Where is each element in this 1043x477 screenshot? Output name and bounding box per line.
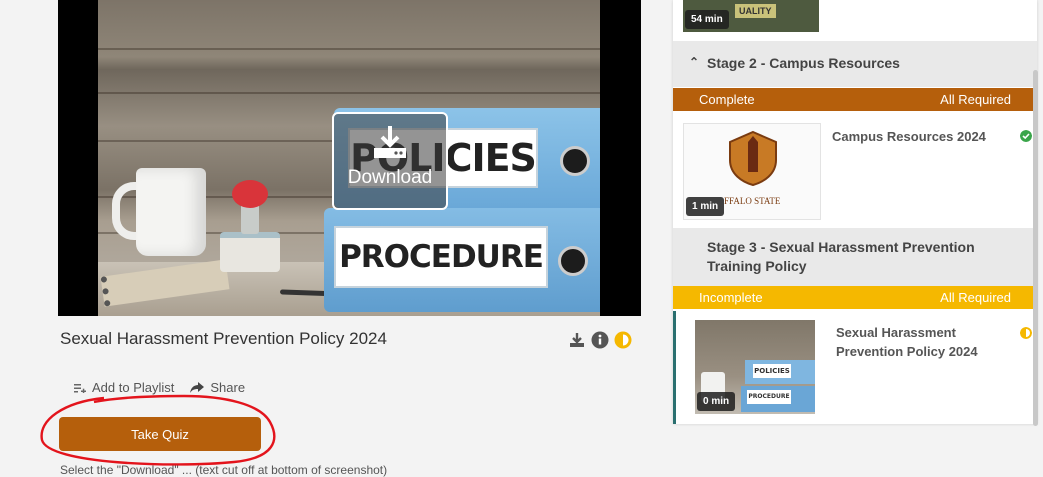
- chevron-up-icon: ⌃: [689, 55, 700, 69]
- video-actions: Add to Playlist Share: [74, 380, 245, 395]
- binder-label-procedure: PROCEDURE: [334, 226, 548, 288]
- playlist-add-icon: [74, 383, 86, 393]
- stage-2-status-bar: Complete All Required: [673, 88, 1037, 111]
- take-quiz-button[interactable]: Take Quiz: [59, 417, 261, 451]
- stage-2-status: Complete: [699, 92, 755, 107]
- campus-resources-title[interactable]: Campus Resources 2024: [832, 127, 986, 146]
- video-frame-image: POLICIES PROCEDURE Download: [98, 0, 600, 316]
- curriculum-sidebar: UALITY 54 min ⌃ Stage 2 - Campus Resourc…: [673, 0, 1037, 424]
- complete-check-icon: [1020, 130, 1032, 142]
- stage-3-title: Stage 3 - Sexual Harassment Prevention T…: [707, 239, 975, 274]
- thumb-label-procedure: PROCEDURE: [747, 390, 791, 404]
- cut-off-instruction-text: Select the "Download" ... (text cut off …: [60, 463, 388, 477]
- stage-2-title: Stage 2 - Campus Resources: [707, 55, 900, 71]
- add-to-playlist-label: Add to Playlist: [92, 380, 175, 395]
- download-overlay-label: Download: [347, 167, 433, 188]
- stage-3-status-bar: Incomplete All Required: [673, 286, 1037, 309]
- share-label: Share: [210, 380, 246, 395]
- add-to-playlist-button[interactable]: Add to Playlist: [74, 380, 174, 395]
- thumb-text: UALITY: [735, 4, 776, 18]
- stage1-item-thumbnail[interactable]: UALITY 54 min: [683, 0, 819, 32]
- share-button[interactable]: Share: [190, 380, 245, 395]
- video-title: Sexual Harassment Prevention Policy 2024: [60, 329, 387, 348]
- stage-3-header[interactable]: Stage 3 - Sexual Harassment Prevention T…: [673, 228, 1037, 286]
- campus-resources-thumbnail[interactable]: FFALO STATE 1 min: [683, 123, 821, 220]
- download-overlay-button[interactable]: Download: [332, 112, 448, 210]
- download-icon[interactable]: [568, 331, 586, 349]
- stage-3-requirement: All Required: [940, 290, 1011, 305]
- share-arrow-icon: [190, 381, 205, 393]
- duration-badge: 1 min: [686, 197, 725, 216]
- duration-badge: 0 min: [697, 392, 736, 411]
- stage-3-status: Incomplete: [699, 290, 763, 305]
- download-icon: [374, 126, 406, 158]
- thumb-label-policies: POLICIES: [753, 364, 791, 378]
- half-circle-status-icon: [614, 331, 632, 349]
- stage-2-requirement: All Required: [940, 92, 1011, 107]
- sidebar-scrollbar[interactable]: [1033, 70, 1038, 426]
- sexual-harassment-policy-title[interactable]: Sexual Harassment Prevention Policy 2024: [836, 323, 996, 361]
- buffalo-state-seal-icon: [729, 130, 777, 186]
- sexual-harassment-policy-thumbnail[interactable]: POLICIES PROCEDURE 0 min: [695, 320, 815, 414]
- info-icon[interactable]: [591, 331, 609, 349]
- active-item-indicator: [673, 311, 676, 424]
- video-player[interactable]: POLICIES PROCEDURE Download: [58, 0, 641, 316]
- title-icon-group: [568, 331, 632, 349]
- thumb-text: FFALO STATE: [724, 196, 781, 206]
- duration-badge: 54 min: [685, 10, 729, 29]
- in-progress-half-icon: [1020, 327, 1032, 339]
- stage-2-header[interactable]: ⌃ Stage 2 - Campus Resources: [673, 41, 1037, 87]
